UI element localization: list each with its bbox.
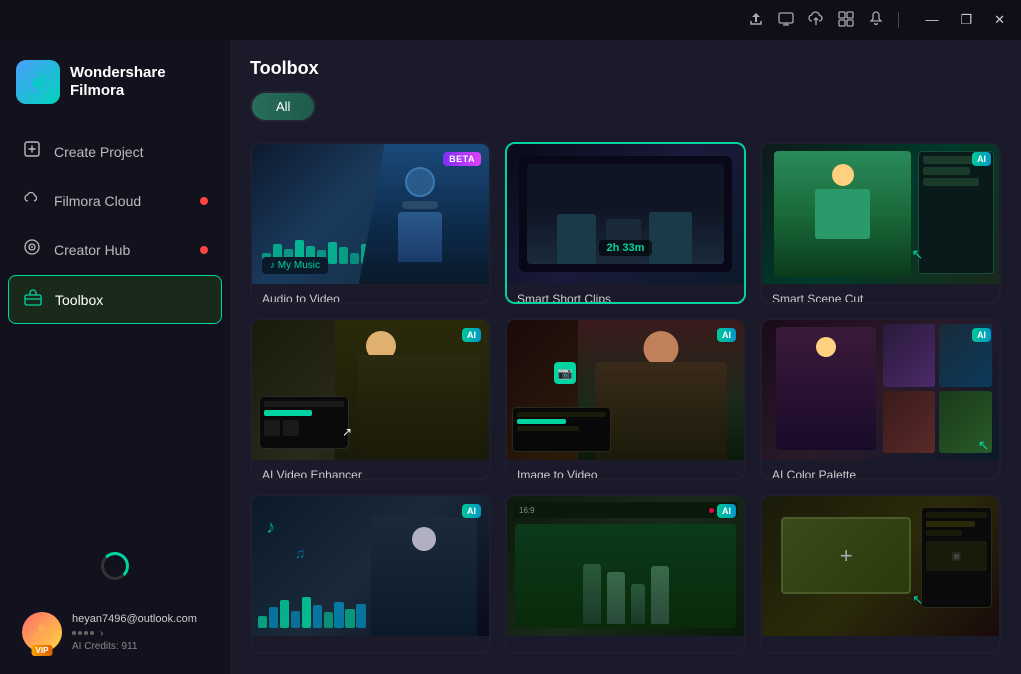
- titlebar: — ❐ ✕: [0, 0, 1021, 40]
- titlebar-separator: [898, 12, 899, 28]
- sidebar-item-creator-hub[interactable]: Creator Hub: [8, 226, 222, 273]
- vip-badge: VIP: [32, 645, 53, 656]
- tool-label-audio-to-video: Audio to Video: [252, 284, 489, 304]
- content-header: Toolbox All: [230, 40, 1021, 134]
- thumb-inner-color: ↖: [762, 320, 999, 460]
- filmora-cloud-icon: [22, 189, 42, 212]
- creator-hub-icon: [22, 238, 42, 261]
- user-info: heyan7496@outlook.com › AI Credits: 911: [72, 613, 208, 652]
- tool-label-bottom-3: [762, 636, 999, 652]
- monitor-icon[interactable]: [778, 11, 794, 30]
- tool-label-bottom-1: [252, 636, 489, 652]
- tool-thumb-bottom-2: 16:9 AI: [507, 496, 744, 636]
- user-email: heyan7496@outlook.com: [72, 613, 208, 625]
- tool-label-ai-video-enhancer: AI Video Enhancer: [252, 460, 489, 480]
- tool-card-image-to-video[interactable]: 📷 AI Image to Video: [505, 318, 746, 480]
- tool-card-ai-video-enhancer[interactable]: ↗ AI AI Video Enhancer: [250, 318, 491, 480]
- sidebar-label-toolbox: Toolbox: [55, 292, 103, 308]
- thumb-inner-enhancer: ↗: [252, 320, 489, 460]
- nav-items: Create Project Filmora Cloud: [0, 128, 230, 532]
- badge-ai-scene-cut: AI: [972, 152, 991, 166]
- tool-card-audio-to-video[interactable]: ♪ My Music BETA Audio to Video: [250, 142, 491, 304]
- share-icon[interactable]: [748, 11, 764, 30]
- tool-thumb-bottom-3: + ▣ ↖: [762, 496, 999, 636]
- bell-icon[interactable]: [868, 11, 884, 30]
- app-name-line1: Wondershare: [70, 64, 166, 82]
- badge-beta-audio: BETA: [443, 152, 481, 166]
- tool-thumb-image-to-video: 📷 AI: [507, 320, 744, 460]
- thumb-inner-smart-clips: 2h 33m: [507, 144, 744, 284]
- loading-spinner: [0, 532, 230, 600]
- app-name-line2: Filmora: [70, 82, 166, 100]
- tool-thumb-smart-scene-cut: ↖ AI: [762, 144, 999, 284]
- close-button[interactable]: ✕: [988, 10, 1011, 30]
- tool-label-ai-color-palette: AI Color Palette: [762, 460, 999, 480]
- page-title: Toolbox: [250, 58, 1001, 79]
- badge-ai-bottom-2: AI: [717, 504, 736, 518]
- sidebar-label-creator-hub: Creator Hub: [54, 242, 130, 258]
- thumb-inner-bottom-1: ♪ ♫: [252, 496, 489, 636]
- tool-thumb-ai-color-palette: ↖ AI: [762, 320, 999, 460]
- clip-timer: 2h 33m: [599, 240, 653, 256]
- toolbox-icon: [23, 288, 43, 311]
- badge-ai-video-enhancer: AI: [462, 328, 481, 342]
- tool-card-bottom-3[interactable]: + ▣ ↖: [760, 494, 1001, 654]
- user-credits: AI Credits: 911: [72, 641, 208, 652]
- tool-label-image-to-video: Image to Video: [507, 460, 744, 480]
- tool-thumb-audio-to-video: ♪ My Music BETA: [252, 144, 489, 284]
- tool-label-bottom-2: [507, 636, 744, 652]
- tool-thumb-ai-video-enhancer: ↗ AI: [252, 320, 489, 460]
- tool-label-smart-scene-cut: Smart Scene Cut: [762, 284, 999, 304]
- badge-ai-color-palette: AI: [972, 328, 991, 342]
- thumb-inner-bottom-3: + ▣ ↖: [762, 496, 999, 636]
- sidebar-item-create-project[interactable]: Create Project: [8, 128, 222, 175]
- filter-tab-all[interactable]: All: [252, 93, 314, 120]
- cloud-upload-icon[interactable]: [808, 11, 824, 30]
- dot3: [84, 631, 88, 635]
- maximize-button[interactable]: ❐: [954, 10, 978, 30]
- create-project-icon: [22, 140, 42, 163]
- user-avatar: VIP: [22, 612, 62, 652]
- grid-icon[interactable]: [838, 11, 854, 30]
- tool-card-ai-color-palette[interactable]: ↖ AI AI Color Palette: [760, 318, 1001, 480]
- dot2: [78, 631, 82, 635]
- badge-ai-image-to-video: AI: [717, 328, 736, 342]
- creator-hub-notification-dot: [200, 246, 208, 254]
- tool-card-bottom-1[interactable]: ♪ ♫ AI: [250, 494, 491, 654]
- dot4: [90, 631, 94, 635]
- thumb-inner-bottom-2: 16:9: [507, 496, 744, 636]
- logo-area: Wondershare Filmora: [0, 40, 230, 128]
- sidebar-label-create-project: Create Project: [54, 144, 143, 160]
- tool-card-smart-short-clips[interactable]: 2h 33m Smart Short Clips: [505, 142, 746, 304]
- tools-grid: ♪ My Music BETA Audio to Video: [230, 134, 1021, 674]
- dot1: [72, 631, 76, 635]
- tool-card-smart-scene-cut[interactable]: ↖ AI Smart Scene Cut: [760, 142, 1001, 304]
- spinner-animation: [101, 552, 129, 580]
- tool-label-smart-short-clips: Smart Short Clips: [507, 284, 744, 304]
- logo-text: Wondershare Filmora: [70, 64, 166, 100]
- app-body: Wondershare Filmora Create Project: [0, 40, 1021, 674]
- user-area[interactable]: VIP heyan7496@outlook.com › AI Credits: …: [8, 600, 222, 664]
- thumb-inner-scene-cut: ↖: [762, 144, 999, 284]
- sidebar-label-filmora-cloud: Filmora Cloud: [54, 193, 141, 209]
- app-logo: [16, 60, 60, 104]
- minimize-button[interactable]: —: [919, 10, 944, 30]
- user-dots: [72, 631, 94, 635]
- filmora-cloud-notification-dot: [200, 197, 208, 205]
- main-content: Toolbox All: [230, 40, 1021, 674]
- thumb-inner-image-video: 📷: [507, 320, 744, 460]
- window-controls: — ❐ ✕: [919, 10, 1011, 30]
- sidebar: Wondershare Filmora Create Project: [0, 40, 230, 674]
- titlebar-icons: [748, 11, 899, 30]
- sidebar-item-filmora-cloud[interactable]: Filmora Cloud: [8, 177, 222, 224]
- tool-thumb-bottom-1: ♪ ♫ AI: [252, 496, 489, 636]
- filter-bar: All: [250, 91, 316, 122]
- tool-thumb-smart-short-clips: 2h 33m: [507, 144, 744, 284]
- sidebar-item-toolbox[interactable]: Toolbox: [8, 275, 222, 324]
- tool-card-bottom-2[interactable]: 16:9 AI: [505, 494, 746, 654]
- badge-ai-bottom-1: AI: [462, 504, 481, 518]
